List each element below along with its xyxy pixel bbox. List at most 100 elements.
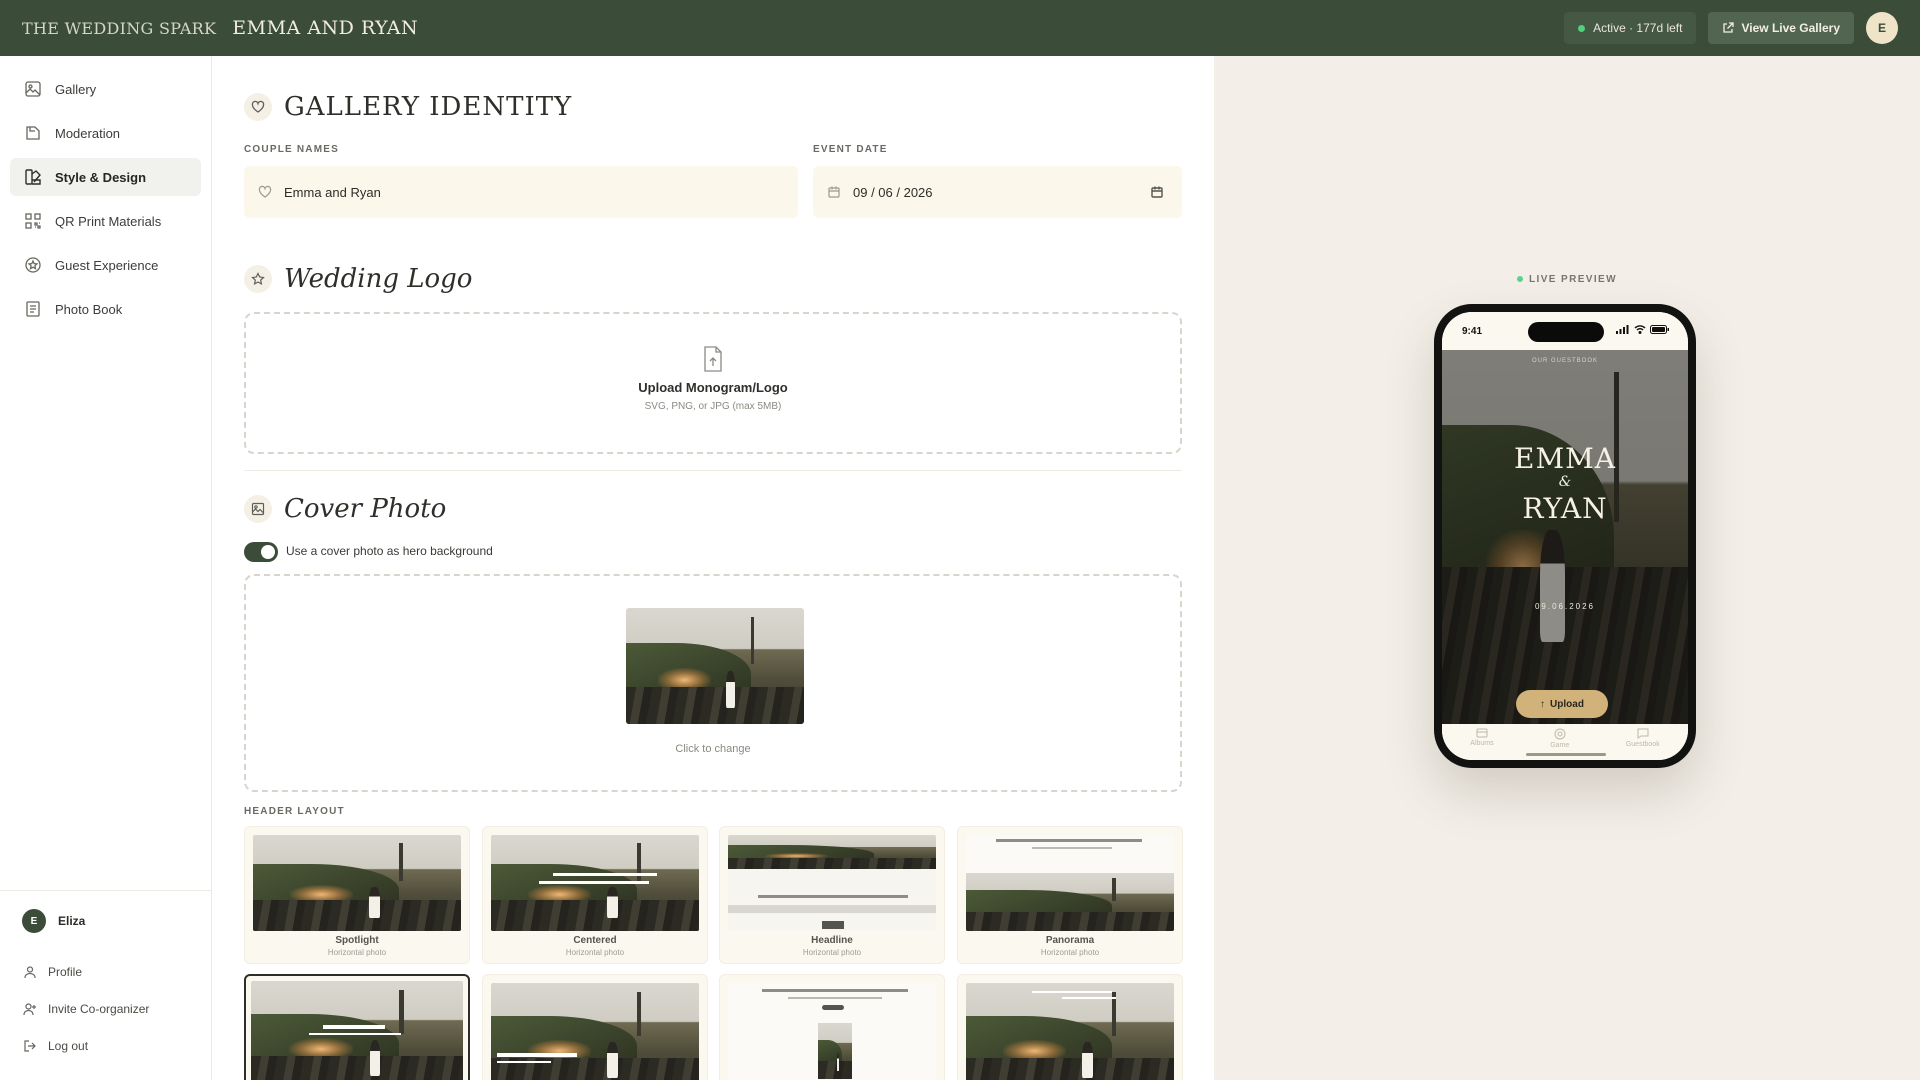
phone-upload-button[interactable]: ↑ Upload bbox=[1516, 690, 1608, 718]
cover-photo-image bbox=[626, 608, 804, 724]
layout-preview-image bbox=[491, 983, 699, 1080]
phone-mockup: 9:41 OUR GUESTBOOK EMMA & RYAN 09.06.202… bbox=[1434, 304, 1696, 768]
cover-photo-toggle-label: Use a cover photo as hero background bbox=[286, 544, 493, 558]
logout-icon bbox=[22, 1038, 38, 1054]
account-avatar[interactable]: E bbox=[1866, 12, 1898, 44]
external-link-icon bbox=[1722, 22, 1735, 34]
star-icon bbox=[244, 265, 272, 293]
heart-icon bbox=[244, 93, 272, 121]
phone-time: 9:41 bbox=[1462, 325, 1483, 337]
layout-preview-image bbox=[728, 983, 936, 1080]
event-date-field[interactable]: 09 / 06 / 2026 bbox=[813, 166, 1182, 218]
image-icon bbox=[23, 79, 43, 99]
layout-card-option-5[interactable] bbox=[244, 974, 470, 1080]
phone-status-icons bbox=[1616, 325, 1670, 334]
cover-photo-title: Cover Photo bbox=[284, 494, 447, 524]
arrow-up-icon: ↑ bbox=[1540, 698, 1546, 710]
page-title: GALLERY IDENTITY bbox=[284, 92, 573, 122]
couple-names-value: Emma and Ryan bbox=[284, 184, 381, 200]
event-date-value: 09 / 06 / 2026 bbox=[853, 184, 933, 200]
click-to-change-text: Click to change bbox=[675, 743, 751, 755]
layout-preview-image bbox=[491, 835, 699, 931]
status-dot-icon bbox=[1578, 24, 1586, 32]
upload-logo-hint: SVG, PNG, or JPG (max 5MB) bbox=[644, 401, 782, 412]
phone-tab-guestbook[interactable]: Guestbook bbox=[1626, 728, 1660, 760]
layout-preview-image bbox=[251, 981, 463, 1080]
layout-preview-image bbox=[253, 835, 461, 931]
user-name: Eliza bbox=[58, 914, 86, 928]
phone-tab-label: Albums bbox=[1470, 740, 1494, 747]
live-preview-panel: LIVE PREVIEW 9:41 OUR GUESTBOOK EMMA & R… bbox=[1214, 56, 1920, 1080]
phone-tab-albums[interactable]: Albums bbox=[1470, 728, 1494, 760]
invite-label: Invite Co-organizer bbox=[48, 1001, 150, 1016]
sidebar-item-style-design[interactable]: Style & Design bbox=[10, 158, 201, 196]
layout-sub: Horizontal photo bbox=[327, 948, 387, 957]
sidebar-item-qr-print[interactable]: QR Print Materials bbox=[10, 202, 201, 240]
layout-sub: Horizontal photo bbox=[565, 948, 625, 957]
cover-photo-toggle[interactable] bbox=[244, 542, 278, 562]
layout-name: Panorama bbox=[1045, 935, 1095, 946]
phone-name-1: EMMA bbox=[1514, 442, 1616, 475]
wedding-logo-title: Wedding Logo bbox=[284, 264, 473, 294]
cover-photo-thumbnail[interactable] bbox=[626, 608, 804, 724]
phone-ampersand: & bbox=[1558, 474, 1572, 490]
qr-icon bbox=[23, 211, 43, 231]
phone-tab-label: Game bbox=[1550, 742, 1570, 749]
topbar-actions: Active · 177d left View Live Gallery E bbox=[1564, 0, 1898, 56]
sidebar-item-label: Photo Book bbox=[55, 301, 123, 317]
phone-name-2: RYAN bbox=[1522, 492, 1608, 525]
user-icon bbox=[22, 964, 38, 980]
layout-card-centered[interactable]: Centered Horizontal photo bbox=[482, 826, 708, 964]
layout-card-headline[interactable]: Headline Horizontal photo bbox=[719, 826, 945, 964]
layout-card-panorama[interactable]: Panorama Horizontal photo bbox=[957, 826, 1183, 964]
star-icon bbox=[23, 255, 43, 275]
battery-icon bbox=[1650, 325, 1669, 334]
upload-logo-title: Upload Monogram/Logo bbox=[638, 380, 788, 395]
couple-names-label: COUPLE NAMES bbox=[244, 144, 339, 155]
calendar-picker-icon[interactable] bbox=[1150, 185, 1164, 199]
log-out-link[interactable]: Log out bbox=[22, 1027, 211, 1064]
sidebar-item-guest-experience[interactable]: Guest Experience bbox=[10, 246, 201, 284]
layout-card-option-6[interactable] bbox=[482, 974, 708, 1080]
phone-event-date: 09.06.2026 bbox=[1534, 602, 1596, 611]
live-preview-label: LIVE PREVIEW bbox=[1214, 274, 1920, 285]
message-icon bbox=[1637, 728, 1649, 739]
cover-photo-dropzone[interactable]: Click to change bbox=[244, 574, 1182, 792]
log-out-label: Log out bbox=[48, 1038, 89, 1053]
invite-co-organizer-link[interactable]: Invite Co-organizer bbox=[22, 990, 211, 1027]
phone-upload-label: Upload bbox=[1550, 698, 1584, 710]
sidebar-item-label: Style & Design bbox=[55, 169, 147, 185]
sidebar-item-photo-book[interactable]: Photo Book bbox=[10, 290, 201, 328]
layout-card-option-8[interactable] bbox=[957, 974, 1183, 1080]
sidebar-item-label: Gallery bbox=[55, 81, 97, 97]
view-live-gallery-button[interactable]: View Live Gallery bbox=[1708, 12, 1854, 44]
status-badge: Active · 177d left bbox=[1564, 12, 1697, 44]
layout-card-spotlight[interactable]: Spotlight Horizontal photo bbox=[244, 826, 470, 964]
event-date-label: EVENT DATE bbox=[813, 144, 888, 155]
profile-label: Profile bbox=[48, 964, 83, 979]
user-plus-icon bbox=[22, 1001, 38, 1017]
brand-logo: THE WEDDING SPARK bbox=[22, 18, 217, 38]
gallery-couple-title: EMMA AND RYAN bbox=[232, 17, 419, 39]
wedding-logo-header: Wedding Logo bbox=[244, 264, 472, 294]
sidebar-item-gallery[interactable]: Gallery bbox=[10, 70, 201, 108]
section-divider bbox=[244, 470, 1182, 471]
phone-hero: OUR GUESTBOOK EMMA & RYAN 09.06.2026 ↑ U… bbox=[1442, 350, 1688, 724]
sidebar-item-moderation[interactable]: Moderation bbox=[10, 114, 201, 152]
couple-names-field[interactable]: Emma and Ryan bbox=[244, 166, 798, 218]
layout-name: Centered bbox=[573, 935, 617, 946]
layout-card-option-7[interactable] bbox=[719, 974, 945, 1080]
signal-icon bbox=[1616, 325, 1629, 334]
phone-screen: 9:41 OUR GUESTBOOK EMMA & RYAN 09.06.202… bbox=[1442, 312, 1688, 760]
layout-name: Headline bbox=[811, 935, 853, 946]
logo-upload-dropzone[interactable]: Upload Monogram/Logo SVG, PNG, or JPG (m… bbox=[244, 312, 1182, 454]
avatar: E bbox=[22, 909, 46, 933]
phone-tab-label: Guestbook bbox=[1625, 741, 1660, 748]
profile-link[interactable]: Profile bbox=[22, 953, 211, 990]
phone-guestbook-caption: OUR GUESTBOOK bbox=[1531, 358, 1598, 364]
wifi-icon bbox=[1634, 325, 1646, 334]
main-content: GALLERY IDENTITY COUPLE NAMES Emma and R… bbox=[212, 56, 1214, 1080]
phone-status-bar: 9:41 bbox=[1442, 312, 1688, 350]
top-bar: THE WEDDING SPARK EMMA AND RYAN Active ·… bbox=[0, 0, 1920, 56]
sidebar: Gallery Moderation Style & Design QR Pri… bbox=[0, 56, 212, 1080]
